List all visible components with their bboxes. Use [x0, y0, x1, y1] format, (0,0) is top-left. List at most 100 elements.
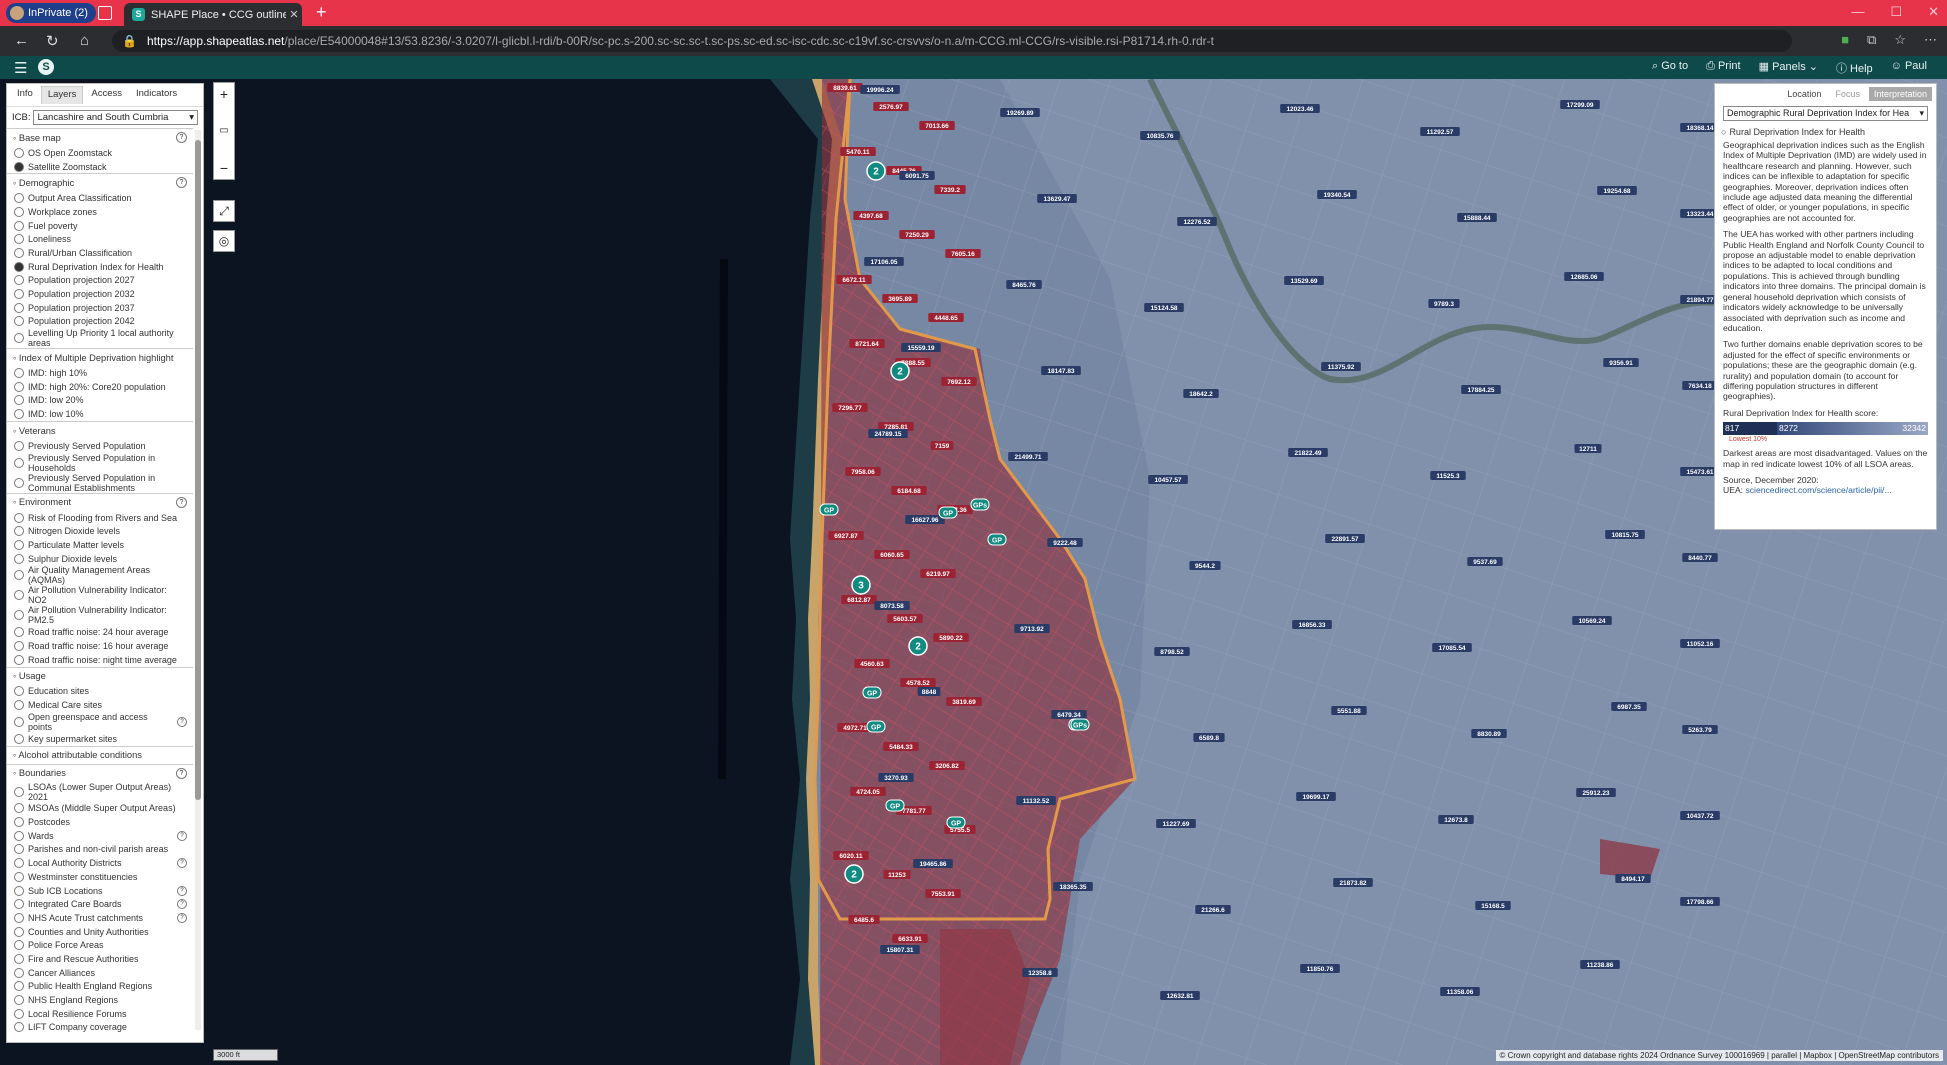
lsoa-score-label[interactable]: 22891.57	[1325, 534, 1365, 543]
radio-icon[interactable]	[14, 193, 24, 204]
lsoa-score-label[interactable]: 18365.35	[1053, 882, 1093, 891]
refresh-icon[interactable]: ↻	[46, 32, 59, 50]
red-lsoa-label[interactable]: 6633.91	[892, 934, 928, 943]
layer-item[interactable]: Rural/Urban Classification	[7, 246, 193, 260]
layer-item[interactable]: Road traffic noise: night time average	[7, 653, 193, 667]
red-lsoa-label[interactable]: 6927.87	[828, 531, 864, 540]
layer-item[interactable]: Population projection 2027	[7, 274, 193, 288]
lsoa-score-label[interactable]: 19699.17	[1296, 792, 1336, 801]
layer-item[interactable]: LIFT Company coverage	[7, 1021, 193, 1035]
layer-item[interactable]: Westminster constituencies	[7, 870, 193, 884]
lsoa-score-label[interactable]: 10815.75	[1605, 530, 1645, 539]
map-svg[interactable]: 8839.612576.977013.665470.118445.767339.…	[0, 79, 1947, 1065]
lsoa-score-label[interactable]: 11525.3	[1430, 471, 1466, 480]
tab-location[interactable]: Location	[1782, 87, 1826, 101]
radio-icon[interactable]	[14, 627, 24, 638]
radio-icon[interactable]	[14, 147, 24, 158]
lsoa-score-label[interactable]: 17884.25	[1461, 385, 1501, 394]
red-lsoa-label[interactable]: 4448.65	[928, 313, 964, 322]
radio-icon[interactable]	[14, 302, 24, 313]
lsoa-score-label[interactable]: 12276.52	[1177, 217, 1217, 226]
radio-icon[interactable]	[14, 512, 24, 523]
lsoa-score-label[interactable]: 15559.19	[901, 343, 941, 352]
lsoa-score-label[interactable]: 10835.76	[1140, 131, 1180, 140]
gp-marker[interactable]: GP	[987, 533, 1007, 546]
lsoa-score-label[interactable]: 10569.24	[1572, 616, 1612, 625]
lsoa-score-label[interactable]: 12685.06	[1564, 272, 1604, 281]
red-lsoa-label[interactable]: 7339.2	[934, 185, 966, 194]
lsoa-score-label[interactable]: 12632.81	[1160, 991, 1200, 1000]
collapse-icon[interactable]: ○	[1721, 127, 1726, 137]
lsoa-score-label[interactable]: 8440.77	[1682, 553, 1718, 562]
radio-icon[interactable]	[14, 1008, 24, 1019]
lsoa-score-label[interactable]: 21873.82	[1333, 878, 1373, 887]
radio-icon[interactable]	[14, 220, 24, 231]
lsoa-score-label[interactable]: 5551.88	[1331, 706, 1367, 715]
radio-icon[interactable]	[14, 477, 24, 488]
layer-item[interactable]: Postcodes	[7, 815, 193, 829]
layer-item[interactable]: Cancer Alliances	[7, 966, 193, 980]
layer-section-header[interactable]: ◦ Veterans	[7, 421, 193, 439]
radio-icon[interactable]	[14, 289, 24, 300]
radio-icon[interactable]	[14, 395, 24, 406]
layer-item[interactable]: Medical Care sites	[7, 698, 193, 712]
layer-item[interactable]: Particulate Matter levels	[7, 538, 193, 552]
url-field[interactable]: 🔒 https://app.shapeatlas.net/place/E5400…	[112, 30, 1792, 52]
tab-actions-icon[interactable]	[98, 6, 112, 20]
radio-icon[interactable]	[14, 316, 24, 327]
radio-icon[interactable]	[14, 206, 24, 217]
radio-icon[interactable]	[14, 570, 24, 581]
radio-icon[interactable]	[14, 409, 24, 420]
radio-icon[interactable]	[14, 457, 24, 468]
radio-icon[interactable]	[14, 700, 24, 711]
red-lsoa-label[interactable]: 2576.97	[873, 102, 909, 111]
radio-icon[interactable]	[14, 995, 24, 1006]
lsoa-score-label[interactable]: 12023.46	[1280, 104, 1320, 113]
red-lsoa-label[interactable]: 4724.05	[850, 787, 886, 796]
help-icon[interactable]: ?	[176, 767, 187, 779]
help-icon[interactable]: ?	[176, 496, 187, 508]
layer-item[interactable]: IMD: low 10%	[7, 407, 193, 421]
red-lsoa-label[interactable]: 6219.97	[920, 569, 956, 578]
radio-icon[interactable]	[14, 247, 24, 258]
radio-icon[interactable]	[14, 686, 24, 697]
lsoa-score-label[interactable]: 6479.34	[1051, 710, 1087, 719]
lsoa-score-label[interactable]: 6589.8	[1193, 733, 1225, 742]
tab-info[interactable]: Info	[11, 86, 39, 104]
lsoa-score-label[interactable]: 19254.68	[1597, 186, 1637, 195]
radio-icon[interactable]	[14, 368, 24, 379]
lsoa-score-label[interactable]: 9356.91	[1603, 358, 1639, 367]
user-button[interactable]: ☺ Paul	[1891, 60, 1927, 76]
lsoa-score-label[interactable]: 11292.57	[1420, 127, 1460, 136]
lsoa-score-label[interactable]: 17106.05	[864, 257, 904, 266]
hamburger-menu-icon[interactable]: ☰	[14, 59, 27, 77]
red-lsoa-label[interactable]: 7692.12	[941, 377, 977, 386]
red-lsoa-label[interactable]: 3819.69	[946, 697, 982, 706]
red-lsoa-label[interactable]: 7958.06	[845, 467, 881, 476]
layer-item[interactable]: Risk of Flooding from Rivers and Sea	[7, 511, 193, 525]
layer-item[interactable]: Parishes and non-civil parish areas	[7, 843, 193, 857]
red-lsoa-label[interactable]: 7013.66	[919, 121, 955, 130]
home-icon[interactable]: ⌂	[80, 32, 89, 49]
lsoa-score-label[interactable]: 11132.52	[1016, 796, 1056, 805]
back-icon[interactable]: ←	[14, 32, 29, 49]
layer-item[interactable]: Sub ICB Locations?	[7, 884, 193, 898]
layer-item[interactable]: Air Pollution Vulnerability Indicator: N…	[7, 585, 193, 605]
goto-button[interactable]: ⌕ Go to	[1652, 60, 1688, 76]
lsoa-score-label[interactable]: 6987.35	[1611, 702, 1647, 711]
radio-icon[interactable]	[14, 940, 24, 951]
help-icon[interactable]: ?	[176, 132, 187, 143]
zoom-out-button[interactable]: −	[214, 157, 234, 179]
red-lsoa-label[interactable]: 7159	[930, 441, 954, 450]
lsoa-score-label[interactable]: 9537.69	[1467, 557, 1503, 566]
radio-icon[interactable]	[14, 440, 24, 451]
red-lsoa-label[interactable]: 5484.33	[883, 742, 919, 751]
minimize-icon[interactable]: —	[1851, 4, 1864, 20]
help-icon[interactable]: ?	[177, 885, 187, 896]
layer-item[interactable]: Previously Served Population in Communal…	[7, 473, 193, 493]
lsoa-score-label[interactable]: 18642.2	[1183, 389, 1219, 398]
cluster-badge[interactable]: 2	[866, 161, 886, 181]
lsoa-score-label[interactable]: 5263.79	[1682, 725, 1718, 734]
map-canvas[interactable]: 8839.612576.977013.665470.118445.767339.…	[0, 79, 1947, 1065]
lsoa-score-label[interactable]: 9789.3	[1428, 299, 1460, 308]
